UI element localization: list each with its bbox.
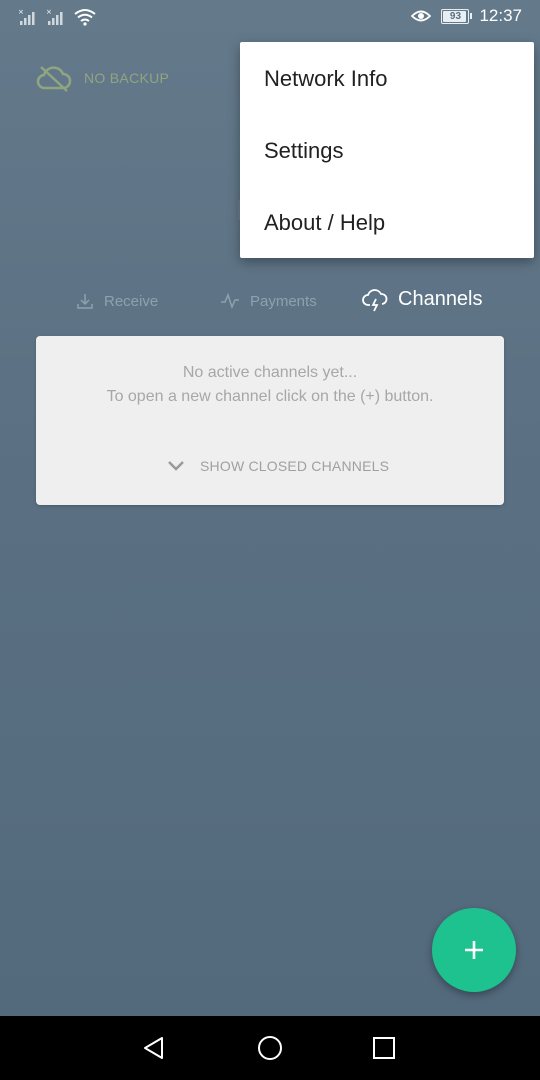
download-icon bbox=[77, 294, 93, 309]
svg-text:×: × bbox=[18, 8, 24, 16]
status-right: 93 12:37 bbox=[411, 6, 522, 26]
tab-receive[interactable]: Receive bbox=[76, 292, 158, 310]
show-closed-channels-button[interactable]: SHOW CLOSED CHANNELS bbox=[166, 458, 389, 474]
empty-hint: To open a new channel click on the (+) b… bbox=[106, 388, 434, 405]
battery-icon: 93 bbox=[441, 8, 473, 24]
recent-apps-button[interactable] bbox=[370, 1034, 398, 1062]
wifi-icon bbox=[74, 9, 96, 26]
empty-message: No active channels yet... bbox=[182, 364, 358, 381]
recent-apps-icon bbox=[373, 1037, 395, 1059]
status-bar: × × 93 12:37 bbox=[0, 0, 540, 36]
tab-bar: Receive Payments Channels bbox=[0, 284, 540, 324]
home-icon bbox=[258, 1036, 282, 1060]
tab-channels-label: Channels bbox=[398, 287, 483, 310]
plus-icon bbox=[465, 941, 483, 959]
clock: 12:37 bbox=[479, 6, 522, 25]
system-nav-bar bbox=[0, 1016, 540, 1080]
cloud-off-icon bbox=[36, 66, 72, 92]
pulse-icon bbox=[221, 292, 239, 310]
channels-card: No active channels yet... To open a new … bbox=[36, 336, 504, 505]
tab-payments-label: Payments bbox=[250, 292, 317, 310]
menu-item-network-info[interactable]: Network Info bbox=[264, 66, 388, 92]
back-button[interactable] bbox=[140, 1034, 168, 1062]
overflow-menu: Network Info Settings About / Help bbox=[240, 42, 534, 258]
signal-no-sim-icon: × bbox=[18, 8, 35, 25]
add-channel-button[interactable] bbox=[432, 908, 516, 992]
battery-level: 93 bbox=[449, 10, 462, 22]
show-closed-label: SHOW CLOSED CHANNELS bbox=[200, 458, 390, 474]
backup-label: NO BACKUP bbox=[84, 70, 170, 86]
menu-item-settings[interactable]: Settings bbox=[264, 138, 344, 164]
chevron-down-icon bbox=[168, 461, 184, 471]
menu-item-about-help[interactable]: About / Help bbox=[264, 210, 385, 236]
signal-no-sim-icon: × bbox=[46, 8, 63, 25]
home-button[interactable] bbox=[256, 1034, 284, 1062]
svg-text:×: × bbox=[46, 8, 52, 16]
tab-receive-label: Receive bbox=[104, 292, 159, 310]
tab-payments[interactable]: Payments bbox=[220, 292, 317, 310]
status-left: × × bbox=[18, 8, 96, 26]
tab-channels[interactable]: Channels bbox=[362, 286, 483, 312]
app-screen: × × 93 12:37 NO BACKUP Receive Payments … bbox=[0, 0, 540, 1080]
cloud-lightning-icon bbox=[362, 289, 388, 312]
backup-status[interactable]: NO BACKUP bbox=[36, 64, 169, 92]
back-icon bbox=[144, 1037, 163, 1059]
eye-icon bbox=[411, 10, 432, 22]
